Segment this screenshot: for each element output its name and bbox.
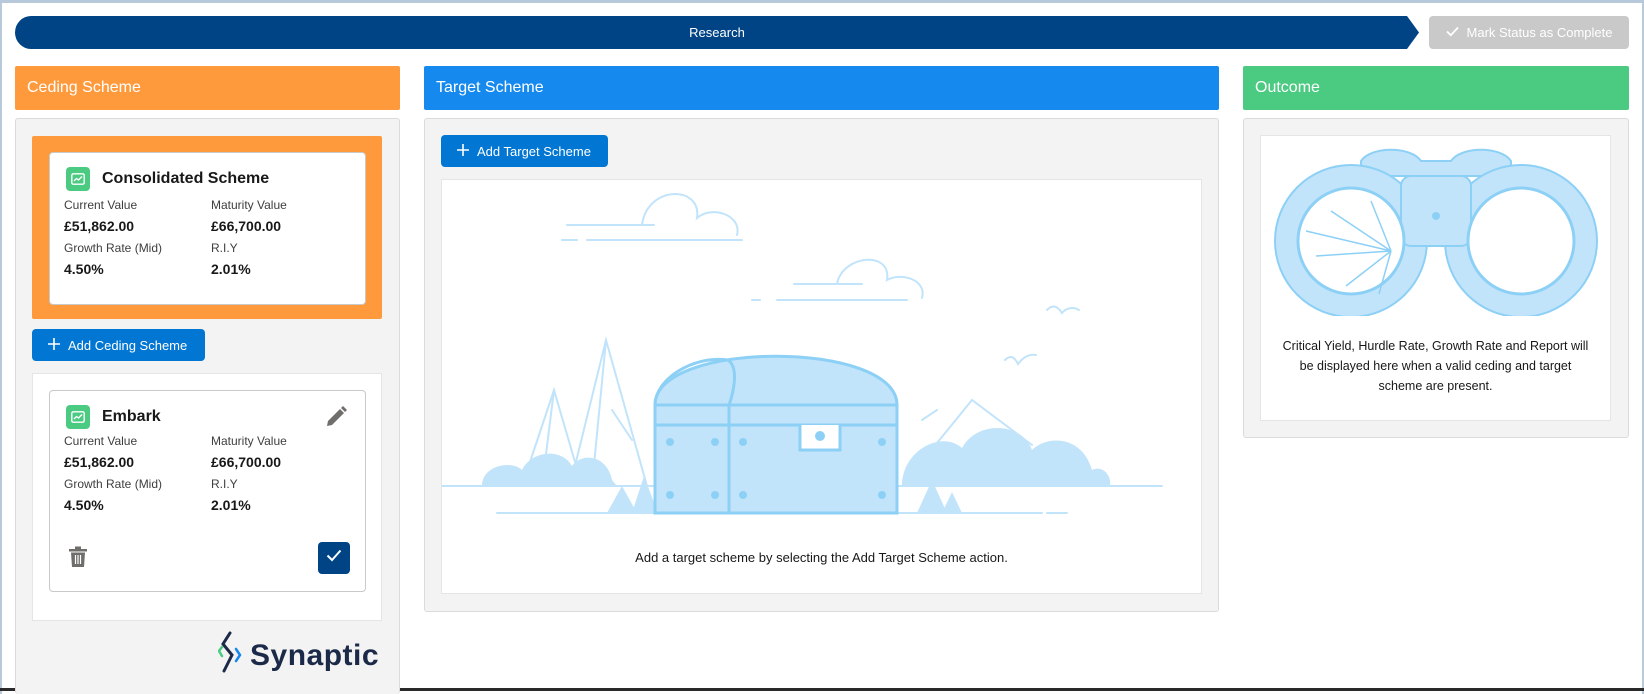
path-stage-label: Research bbox=[689, 25, 745, 40]
trend-chart-icon bbox=[66, 405, 90, 429]
treasure-chest-illustration bbox=[441, 193, 1163, 515]
target-scheme-header: Target Scheme bbox=[424, 66, 1219, 110]
riy-field: R.I.Y 2.01% bbox=[211, 241, 251, 277]
riy-label: R.I.Y bbox=[211, 241, 238, 255]
maturity-value-label: Maturity Value bbox=[211, 434, 287, 448]
consolidated-scheme-card: Consolidated Scheme Current Value £51,86… bbox=[49, 152, 366, 305]
maturity-value: £66,700.00 bbox=[211, 218, 282, 234]
path-stage-research[interactable]: Research bbox=[15, 16, 1419, 49]
target-empty-message: Add a target scheme by selecting the Add… bbox=[635, 550, 1008, 565]
mark-status-complete-button[interactable]: Mark Status as Complete bbox=[1429, 16, 1629, 49]
check-icon bbox=[326, 549, 342, 567]
current-value-field: Current Value £51,862.00 bbox=[64, 198, 137, 234]
growth-rate-field: Growth Rate (Mid) 4.50% bbox=[64, 241, 162, 277]
trend-chart-icon bbox=[66, 167, 90, 191]
riy-value: 2.01% bbox=[211, 261, 251, 277]
synaptic-logo-text: Synaptic bbox=[250, 638, 380, 672]
add-target-scheme-button[interactable]: Add Target Scheme bbox=[441, 135, 608, 167]
window-frame-left bbox=[0, 3, 2, 694]
trash-delete-icon[interactable] bbox=[68, 546, 88, 573]
select-scheme-check-button[interactable] bbox=[318, 542, 350, 574]
outcome-empty-state: Critical Yield, Hurdle Rate, Growth Rate… bbox=[1260, 135, 1611, 421]
check-icon bbox=[1445, 25, 1459, 40]
growth-rate: 4.50% bbox=[64, 497, 104, 513]
plus-icon bbox=[48, 337, 60, 353]
current-value-label: Current Value bbox=[64, 434, 138, 448]
current-value-field: Current Value £51,862.00 bbox=[64, 434, 137, 470]
scheme-card-embark: Embark Current Value £51,862.00 Maturity… bbox=[49, 390, 366, 592]
scheme-name: Embark bbox=[102, 408, 161, 425]
scheme-name: Consolidated Scheme bbox=[102, 170, 270, 187]
target-empty-state: Add a target scheme by selecting the Add… bbox=[441, 179, 1202, 594]
riy-value: 2.01% bbox=[211, 497, 251, 513]
maturity-value-label: Maturity Value bbox=[211, 198, 287, 212]
ceding-scheme-header: Ceding Scheme bbox=[15, 66, 400, 110]
maturity-value-field: Maturity Value £66,700.00 bbox=[211, 198, 287, 234]
maturity-value: £66,700.00 bbox=[211, 454, 282, 470]
pencil-edit-icon[interactable] bbox=[324, 405, 348, 434]
current-value-label: Current Value bbox=[64, 198, 138, 212]
riy-label: R.I.Y bbox=[211, 477, 238, 491]
add-target-scheme-label: Add Target Scheme bbox=[477, 143, 591, 159]
binoculars-illustration bbox=[1274, 148, 1598, 318]
outcome-header: Outcome bbox=[1243, 66, 1629, 110]
mark-status-complete-label: Mark Status as Complete bbox=[1466, 25, 1613, 40]
synaptic-mark-icon bbox=[217, 631, 244, 680]
current-value: £51,862.00 bbox=[64, 454, 135, 470]
riy-field: R.I.Y 2.01% bbox=[211, 477, 251, 513]
growth-rate-label: Growth Rate (Mid) bbox=[64, 241, 163, 255]
synaptic-logo: Synaptic bbox=[217, 631, 380, 680]
growth-rate: 4.50% bbox=[64, 261, 104, 277]
add-ceding-scheme-label: Add Ceding Scheme bbox=[68, 337, 188, 353]
growth-rate-label: Growth Rate (Mid) bbox=[64, 477, 163, 491]
maturity-value-field: Maturity Value £66,700.00 bbox=[211, 434, 287, 470]
current-value: £51,862.00 bbox=[64, 218, 135, 234]
add-ceding-scheme-button[interactable]: Add Ceding Scheme bbox=[32, 329, 205, 361]
growth-rate-field: Growth Rate (Mid) 4.50% bbox=[64, 477, 162, 513]
plus-icon bbox=[457, 143, 469, 159]
outcome-empty-message: Critical Yield, Hurdle Rate, Growth Rate… bbox=[1282, 339, 1589, 393]
